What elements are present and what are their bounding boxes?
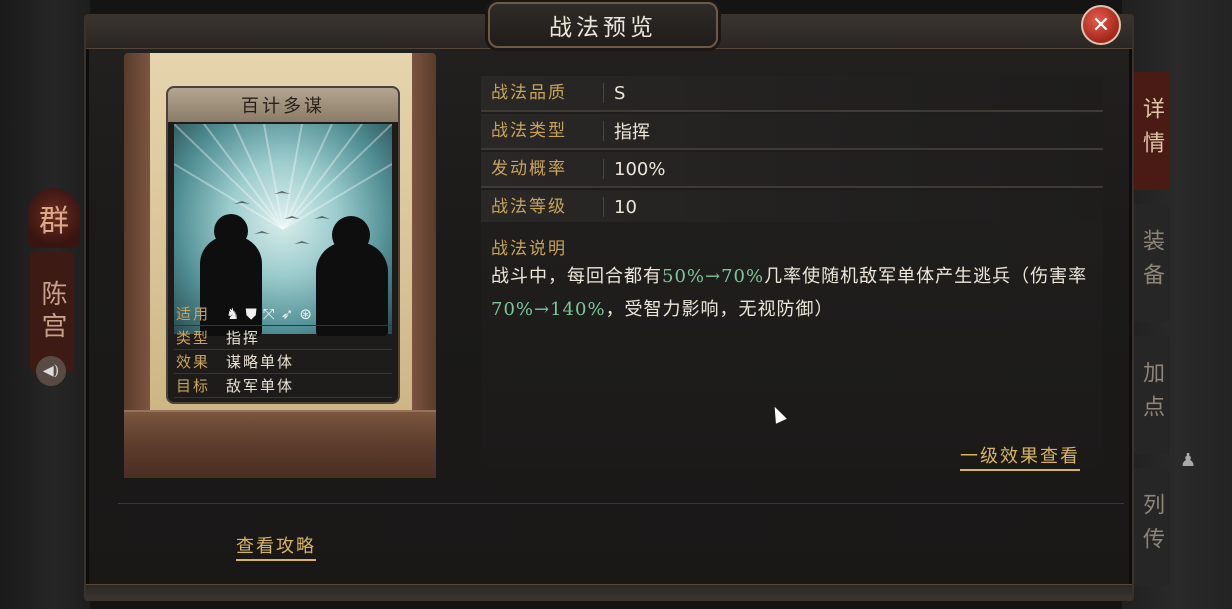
bow-icon: ⤧ bbox=[262, 304, 275, 323]
stat-key: 类型 bbox=[176, 329, 211, 347]
stat-value: 谋略单体 bbox=[226, 353, 295, 371]
info-value: 指挥 bbox=[614, 122, 650, 143]
scroll-roll bbox=[124, 410, 436, 478]
figure-right-head bbox=[332, 216, 370, 254]
figure-left-head bbox=[214, 214, 248, 248]
dialog-title: 战法预览 bbox=[488, 2, 718, 48]
tab-points[interactable]: 加点 bbox=[1132, 336, 1170, 454]
tactic-info-table: 战法品质 S 战法类型 指挥 发动概率 100% 战法等级 10 bbox=[481, 76, 1103, 228]
troop-icons: ♞ ⛊ ⤧ ➶ ⊛ bbox=[226, 305, 312, 323]
info-value: 100% bbox=[614, 158, 666, 180]
stat-key: 目标 bbox=[176, 377, 211, 395]
tab-equipment[interactable]: 装备 bbox=[1132, 204, 1170, 322]
info-value: 10 bbox=[614, 196, 637, 218]
card-title: 百计多谋 bbox=[168, 88, 398, 122]
faction-badge: 群 bbox=[28, 188, 80, 248]
stat-value: 指挥 bbox=[226, 329, 261, 347]
desc-highlight-damage: 70%→140% bbox=[491, 299, 606, 320]
card-stats: 适用 ♞ ⛊ ⤧ ➶ ⊛ 类型 指挥 效果 谋略单体 目标 敌军单体 bbox=[174, 302, 392, 398]
speaker-icon[interactable]: ◀) bbox=[36, 356, 66, 386]
description-title: 战法说明 bbox=[491, 239, 567, 259]
desc-part: ，受智力影响，无视防御） bbox=[605, 299, 834, 320]
stat-value: 敌军单体 bbox=[226, 377, 295, 395]
tab-biography[interactable]: 列传 bbox=[1132, 468, 1170, 586]
info-key: 战法品质 bbox=[481, 83, 604, 103]
info-key: 战法等级 bbox=[481, 197, 604, 217]
view-guide-link[interactable]: 查看攻略 bbox=[236, 532, 316, 561]
tab-details[interactable]: 详情 bbox=[1132, 72, 1170, 190]
info-key: 战法类型 bbox=[481, 121, 604, 141]
person-icon: ♟ bbox=[1180, 450, 1197, 471]
desc-highlight-probability: 50%→70% bbox=[662, 266, 765, 287]
stat-row-applicable: 适用 ♞ ⛊ ⤧ ➶ ⊛ bbox=[174, 302, 392, 326]
close-button[interactable]: ✕ bbox=[1081, 5, 1121, 45]
hero-name: 陈宫 bbox=[30, 252, 74, 372]
info-value: S bbox=[614, 82, 626, 104]
shield-icon: ⛊ bbox=[245, 304, 257, 323]
desc-part: 战斗中，每回合都有 bbox=[491, 266, 662, 287]
info-row-level: 战法等级 10 bbox=[481, 190, 1103, 226]
level-one-effect-link[interactable]: 一级效果查看 bbox=[960, 442, 1080, 471]
cavalry-icon: ♞ bbox=[226, 304, 240, 323]
stat-key: 适用 bbox=[176, 305, 211, 323]
stat-row-effect: 效果 谋略单体 bbox=[174, 350, 392, 374]
info-row-type: 战法类型 指挥 bbox=[481, 114, 1103, 150]
spear-icon: ➶ bbox=[280, 304, 294, 323]
info-key: 发动概率 bbox=[481, 159, 604, 179]
info-row-probability: 发动概率 100% bbox=[481, 152, 1103, 188]
siege-icon: ⊛ bbox=[299, 304, 312, 323]
tactic-card: 百计多谋 适用 ♞ ⛊ ⤧ ➶ ⊛ 类型 指挥 效果 谋略单体 目标 敌军单体 bbox=[166, 86, 400, 404]
stat-row-type: 类型 指挥 bbox=[174, 326, 392, 350]
desc-part: 几率使随机敌军单体产生逃兵（伤害率 bbox=[764, 266, 1088, 287]
info-row-quality: 战法品质 S bbox=[481, 76, 1103, 112]
description-text: 战斗中，每回合都有50%→70%几率使随机敌军单体产生逃兵（伤害率 70%→140… bbox=[491, 260, 1091, 326]
faction-label: 群 bbox=[39, 204, 69, 239]
side-tabs: 详情 装备 加点 列传 bbox=[1132, 72, 1172, 600]
divider bbox=[118, 503, 1124, 504]
stat-key: 效果 bbox=[176, 353, 211, 371]
stat-row-target: 目标 敌军单体 bbox=[174, 374, 392, 398]
